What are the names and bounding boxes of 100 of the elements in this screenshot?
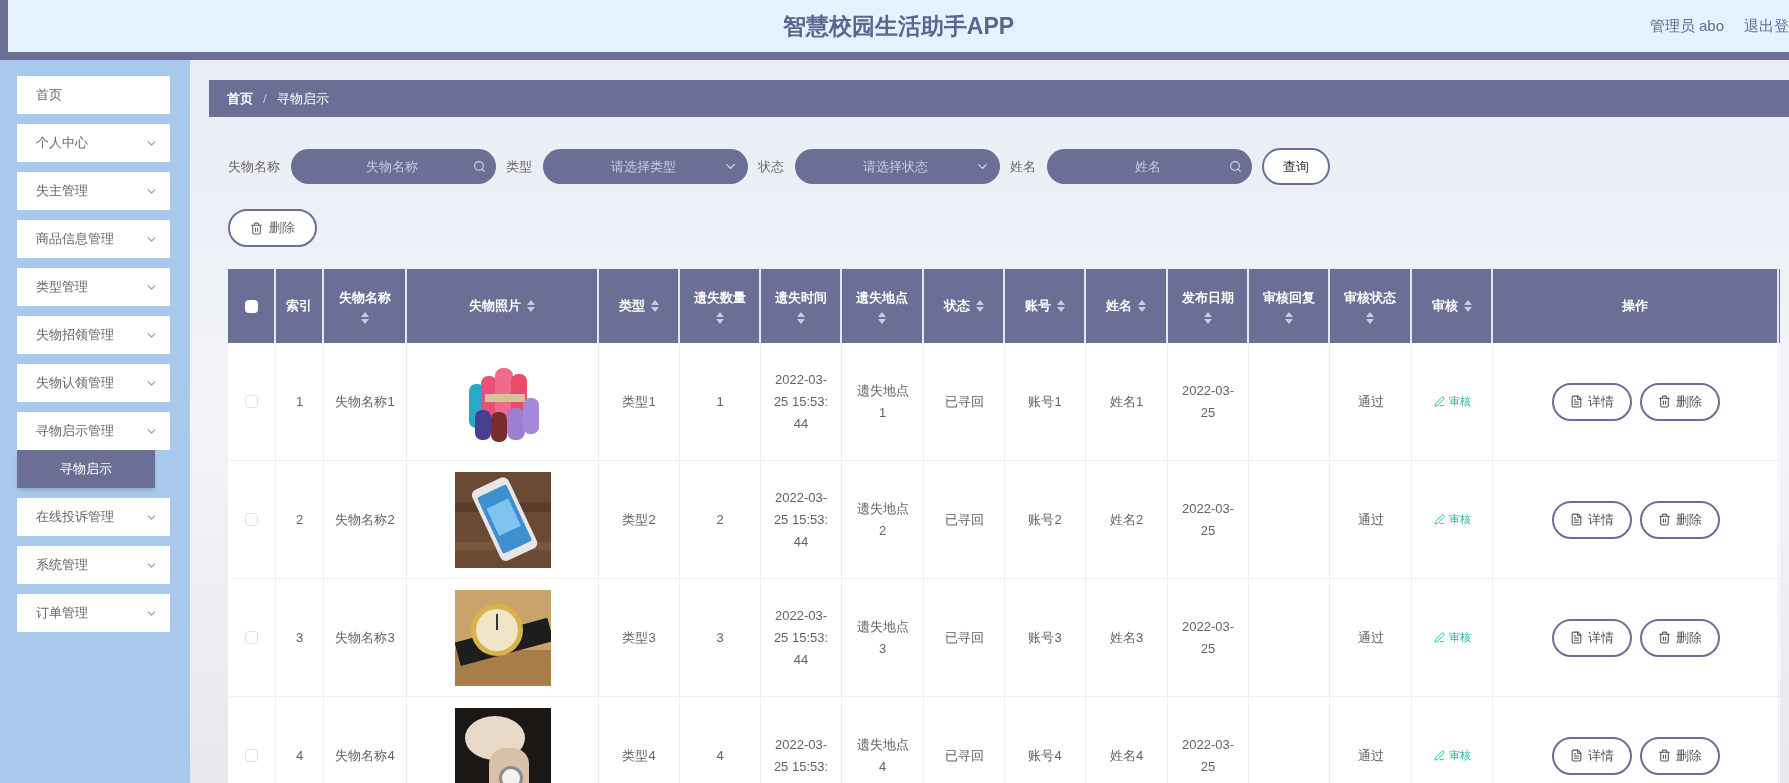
delete-button[interactable]: 删除 [228, 209, 317, 247]
sort-icon[interactable] [796, 311, 805, 324]
input-field[interactable]: 姓名 [1047, 149, 1252, 184]
sort-icon[interactable] [360, 311, 369, 324]
column-header[interactable]: 失物照片 [469, 296, 535, 316]
table-cell-text: 已寻回 [944, 628, 984, 647]
column-header[interactable]: 遗失地点 [850, 288, 914, 324]
sort-icon[interactable] [1463, 300, 1472, 312]
column-header[interactable]: 审核回复 [1257, 288, 1320, 324]
checkbox[interactable] [245, 513, 258, 526]
table-cell-text: 3 [716, 628, 724, 647]
sidebar-item[interactable]: 失主管理 [17, 172, 170, 210]
delete-button[interactable]: 删除 [1639, 382, 1720, 421]
sidebar-item[interactable]: 寻物启示管理 [17, 412, 170, 450]
sort-icon[interactable] [1138, 300, 1146, 312]
table-cell-text: 失物名称3 [335, 628, 395, 647]
sort-icon[interactable] [975, 300, 984, 312]
table-cell-text: 1 [716, 392, 724, 411]
sort-icon[interactable] [1284, 311, 1293, 324]
column-header[interactable]: 发布日期 [1176, 288, 1239, 324]
column-header[interactable]: 失物名称 [332, 288, 397, 324]
column-header[interactable]: 遗失数量 [688, 288, 751, 324]
column-header[interactable]: 审核状态 [1338, 288, 1402, 324]
table-cell-text: 姓名2 [1109, 510, 1144, 529]
filter-label: 状态 [758, 157, 784, 176]
checkbox[interactable] [245, 631, 258, 644]
table-cell-text: 类型1 [622, 392, 656, 411]
search-button[interactable]: 查询 [1262, 148, 1330, 185]
details-button[interactable]: 详情 [1551, 618, 1632, 657]
table-cell-text: 类型3 [622, 628, 656, 647]
filter-label: 失物名称 [228, 157, 280, 176]
table-cell-text: 失物名称2 [335, 510, 395, 529]
sidebar-item[interactable]: 失物招领管理 [17, 316, 170, 354]
table-cell-text: 已寻回 [944, 510, 984, 529]
sidebar-subitem[interactable]: 寻物启示 [17, 450, 155, 488]
details-button[interactable]: 详情 [1551, 382, 1632, 421]
review-link[interactable]: 审核 [1433, 747, 1471, 764]
delete-button[interactable]: 删除 [1639, 618, 1720, 657]
sort-icon[interactable] [878, 311, 886, 324]
table-cell-text: 已寻回 [944, 392, 984, 411]
column-header[interactable]: 审核 [1431, 296, 1472, 316]
delete-button[interactable]: 删除 [1639, 500, 1720, 539]
breadcrumb-item[interactable]: 寻物启示 [276, 88, 329, 109]
table-cell-text: 已寻回 [944, 746, 984, 765]
details-button[interactable]: 详情 [1551, 736, 1632, 775]
search-icon [473, 160, 486, 173]
breadcrumb-item[interactable]: 首页 [227, 88, 253, 109]
table-cell-text: 姓名3 [1109, 628, 1144, 647]
column-header[interactable]: 类型 [618, 296, 659, 316]
trash-icon [1657, 395, 1671, 408]
table-cell-text: 类型2 [622, 510, 656, 529]
sidebar-item[interactable]: 类型管理 [17, 268, 170, 306]
sort-icon[interactable] [1366, 311, 1374, 324]
table-cell-text: 通过 [1357, 510, 1384, 529]
review-link[interactable]: 审核 [1433, 511, 1471, 528]
table-cell-text: 类型4 [622, 746, 656, 765]
table-cell-text: 2022-03-25 15:53:44 [773, 370, 829, 433]
review-link[interactable]: 审核 [1433, 629, 1471, 646]
details-button[interactable]: 详情 [1551, 500, 1632, 539]
sidebar-item[interactable]: 商品信息管理 [17, 220, 170, 258]
sidebar-item[interactable]: 个人中心 [17, 124, 170, 162]
checkbox[interactable] [245, 395, 258, 408]
sort-icon[interactable] [1203, 311, 1212, 324]
table-cell-text: 账号1 [1028, 392, 1062, 411]
checkbox[interactable] [244, 299, 258, 313]
delete-button[interactable]: 删除 [1639, 736, 1720, 775]
table-cell-text: 通过 [1357, 628, 1384, 647]
sidebar-item[interactable]: 系统管理 [17, 546, 170, 584]
column-header[interactable]: 账号 [1024, 296, 1065, 316]
table-cell-text: 2022-03-25 15:53:44 [773, 488, 829, 551]
column-header[interactable]: 姓名 [1106, 296, 1146, 316]
document-icon [1569, 749, 1583, 762]
table-cell-text: 2 [295, 510, 304, 529]
table-cell-text: 1 [295, 392, 304, 411]
sort-icon[interactable] [527, 300, 535, 312]
table-cell-text: 3 [295, 628, 304, 647]
checkbox[interactable] [245, 749, 258, 762]
table-cell-text: 账号3 [1028, 628, 1062, 647]
column-header[interactable]: 状态 [943, 296, 984, 316]
column-header[interactable]: 遗失时间 [769, 288, 832, 324]
pencil-icon [1433, 750, 1445, 761]
pencil-icon [1433, 632, 1445, 643]
trash-icon [1657, 749, 1671, 762]
sidebar-item[interactable]: 订单管理 [17, 594, 170, 632]
document-icon [1569, 395, 1583, 408]
input-field[interactable]: 失物名称 [291, 149, 496, 184]
sidebar-item[interactable]: 首页 [17, 76, 170, 114]
select-field[interactable]: 请选择状态 [795, 149, 1000, 184]
review-link[interactable]: 审核 [1433, 393, 1471, 410]
select-field[interactable]: 请选择类型 [543, 149, 748, 184]
table-cell-text: 遗失地点1 [855, 381, 910, 422]
sort-icon[interactable] [650, 300, 659, 312]
trash-icon [1657, 631, 1671, 644]
sort-icon[interactable] [715, 311, 724, 324]
sort-icon[interactable] [1056, 300, 1065, 312]
table-cell-text: 2 [716, 510, 724, 529]
logout-link[interactable]: 退出登 [1744, 14, 1789, 38]
filter-label: 类型 [506, 157, 532, 176]
sidebar-item[interactable]: 失物认领管理 [17, 364, 170, 402]
sidebar-item[interactable]: 在线投诉管理 [17, 498, 170, 536]
